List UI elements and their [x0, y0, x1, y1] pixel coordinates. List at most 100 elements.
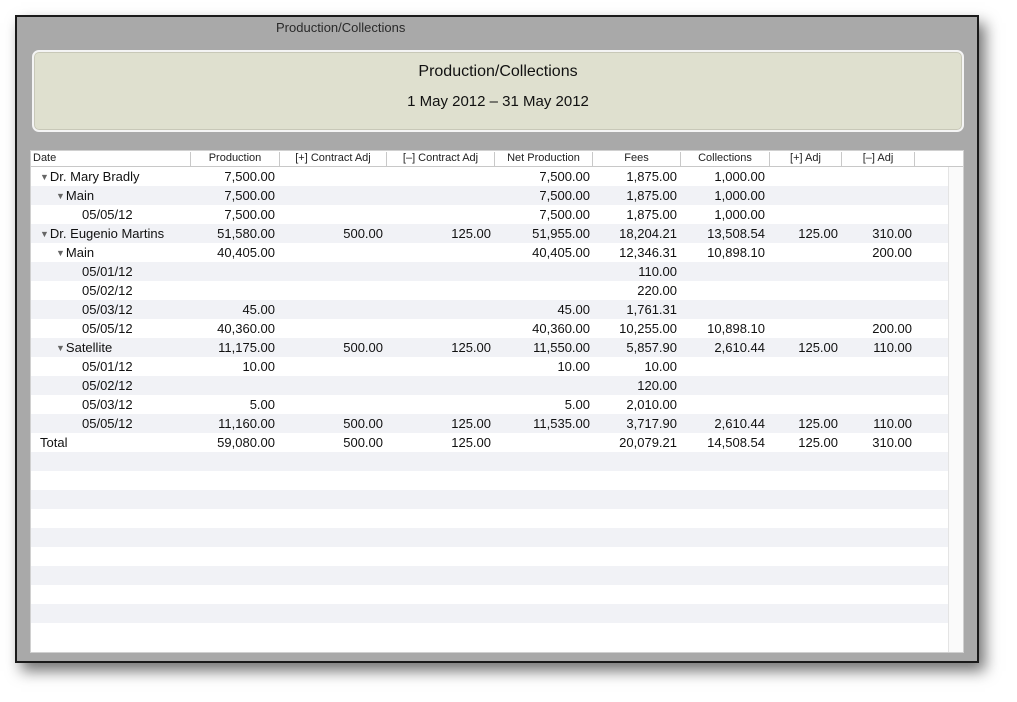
row-label-text: 05/01/12: [82, 264, 133, 279]
table-cell: 10.00: [644, 359, 677, 374]
table-cell: 40,360.00: [217, 321, 275, 336]
table-row[interactable]: ▼Dr. Mary Bradly 7,500.00 7,500.00 1,875.00…: [31, 167, 949, 186]
table-cell: 110.00: [873, 340, 912, 355]
table-cell: 10.00: [242, 359, 275, 374]
table-cell: 125.00: [451, 435, 491, 450]
table-cell: 310.00: [872, 226, 912, 241]
table-cell: 51,580.00: [217, 226, 275, 241]
table-row[interactable]: 05/05/12 7,500.00 7,500.00 1,875.00 1,000.00: [31, 205, 949, 224]
column-header-col-5[interactable]: Fees: [593, 152, 681, 166]
table-row[interactable]: 05/02/12 220.00: [31, 281, 949, 300]
row-label-text: 05/01/12: [82, 359, 133, 374]
disclosure-triangle-down-icon[interactable]: ▼: [40, 172, 49, 182]
table-cell: 7,500.00: [224, 207, 275, 222]
table-row[interactable]: ▼Dr. Eugenio Martins 51,580.00 500.00 125.0…: [31, 224, 949, 243]
row-label: 05/02/12: [82, 283, 133, 298]
table-cell: 2,010.00: [626, 397, 677, 412]
empty-row: [31, 490, 949, 509]
table-row[interactable]: Total 59,080.00 500.00 125.00 20,079.21 14,50…: [31, 433, 949, 452]
column-header-col-8[interactable]: [–] Adj: [842, 152, 915, 166]
row-label-text: 05/02/12: [82, 378, 133, 393]
table-cell: 59,080.00: [217, 435, 275, 450]
row-label: 05/03/12: [82, 302, 133, 317]
disclosure-triangle-down-icon[interactable]: ▼: [56, 191, 65, 201]
table-cell: 11,175.00: [218, 340, 275, 355]
disclosure-triangle-down-icon[interactable]: ▼: [40, 229, 49, 239]
row-label-text: Dr. Mary Bradly: [49, 169, 140, 184]
table-row[interactable]: 05/03/12 45.00 45.00 1,761.31: [31, 300, 949, 319]
window-title: Production/Collections: [276, 20, 406, 35]
table-cell: 40,405.00: [217, 245, 275, 260]
table-cell: 45.00: [557, 302, 590, 317]
row-label-text: 05/02/12: [82, 283, 133, 298]
table-cell: 18,204.21: [619, 226, 677, 241]
table-row[interactable]: 05/01/12 10.00 10.00 10.00: [31, 357, 949, 376]
table-cell: 20,079.21: [619, 435, 677, 450]
table-row[interactable]: 05/05/12 11,160.00 500.00 125.00 11,535.00 3,…: [31, 414, 949, 433]
row-label: 05/05/12: [82, 416, 133, 431]
table-cell: 10,898.10: [707, 321, 765, 336]
empty-row: [31, 585, 949, 604]
report-date-range: 1 May 2012 – 31 May 2012: [407, 93, 589, 110]
table-row[interactable]: 05/05/12 40,360.00 40,360.00 10,255.00 10,89…: [31, 319, 949, 338]
row-label: ▼Dr. Mary Bradly: [40, 169, 140, 184]
table-cell: 51,955.00: [532, 226, 590, 241]
table-row[interactable]: ▼Main 7,500.00 7,500.00 1,875.00 1,000.00: [31, 186, 949, 205]
table-cell: 220.00: [637, 283, 677, 298]
table-cell: 10,255.00: [619, 321, 677, 336]
table-cell: 7,500.00: [539, 207, 590, 222]
row-label-text: Main: [65, 188, 95, 203]
empty-row: [31, 547, 949, 566]
table-cell: 40,360.00: [532, 321, 590, 336]
column-header-col-4[interactable]: Net Production: [495, 152, 593, 166]
table-cell: 310.00: [872, 435, 912, 450]
table-cell: 11,535.00: [533, 416, 590, 431]
disclosure-triangle-down-icon[interactable]: ▼: [56, 343, 65, 353]
table-cell: 1,875.00: [626, 207, 677, 222]
empty-row: [31, 623, 949, 642]
column-header-date[interactable]: Date: [31, 152, 191, 166]
table-cell: 5,857.90: [626, 340, 677, 355]
column-header-col-6[interactable]: Collections: [681, 152, 770, 166]
column-header-col-7[interactable]: [+] Adj: [770, 152, 842, 166]
table-cell: 40,405.00: [532, 245, 590, 260]
table-cell: 11,160.00: [218, 416, 275, 431]
table-cell: 1,000.00: [714, 207, 765, 222]
empty-row: [31, 452, 949, 471]
table-cell: 5.00: [564, 397, 590, 412]
row-label: 05/01/12: [82, 264, 133, 279]
table-cell: 7,500.00: [224, 188, 275, 203]
report-title: Production/Collections: [418, 63, 578, 80]
report-window: Production/Collections Production/Collec…: [15, 15, 979, 663]
row-label: ▼Satellite: [56, 340, 112, 355]
report-table: Date Production [+] Contract Adj [–] Contra…: [30, 150, 964, 653]
table-cell: 7,500.00: [224, 169, 275, 184]
table-cell: 500.00: [343, 340, 383, 355]
row-label: 05/05/12: [82, 207, 133, 222]
table-cell: 1,000.00: [714, 169, 765, 184]
table-cell: 3,717.90: [626, 416, 677, 431]
column-header-col-3[interactable]: [–] Contract Adj: [387, 152, 495, 166]
table-body: ▼Dr. Mary Bradly 7,500.00 7,500.00 1,875.00…: [31, 167, 949, 642]
window-title-bar[interactable]: Production/Collections: [17, 17, 977, 51]
table-cell: 1,000.00: [714, 188, 765, 203]
vertical-scrollbar[interactable]: [948, 167, 963, 652]
disclosure-triangle-down-icon[interactable]: ▼: [56, 248, 65, 258]
row-label: ▼Main: [56, 188, 94, 203]
column-header-col-2[interactable]: [+] Contract Adj: [280, 152, 387, 166]
column-header-col-1[interactable]: Production: [191, 152, 280, 166]
row-label-text: 05/05/12: [82, 207, 133, 222]
table-row[interactable]: ▼Satellite 11,175.00 500.00 125.00 11,550.00…: [31, 338, 949, 357]
table-cell: 500.00: [343, 435, 383, 450]
report-header: Production/Collections 1 May 2012 – 31 M…: [32, 50, 964, 132]
table-row[interactable]: ▼Main 40,405.00 40,405.00 12,346.31 10,898.1…: [31, 243, 949, 262]
table-cell: 1,761.31: [626, 302, 677, 317]
table-cell: 120.00: [637, 378, 677, 393]
table-cell: 1,875.00: [626, 169, 677, 184]
table-row[interactable]: 05/01/12 110.00: [31, 262, 949, 281]
row-label-text: 05/05/12: [82, 321, 133, 336]
table-cell: 110.00: [638, 264, 677, 279]
table-cell: 125.00: [451, 340, 491, 355]
table-row[interactable]: 05/03/12 5.00 5.00 2,010.00: [31, 395, 949, 414]
table-row[interactable]: 05/02/12 120.00: [31, 376, 949, 395]
